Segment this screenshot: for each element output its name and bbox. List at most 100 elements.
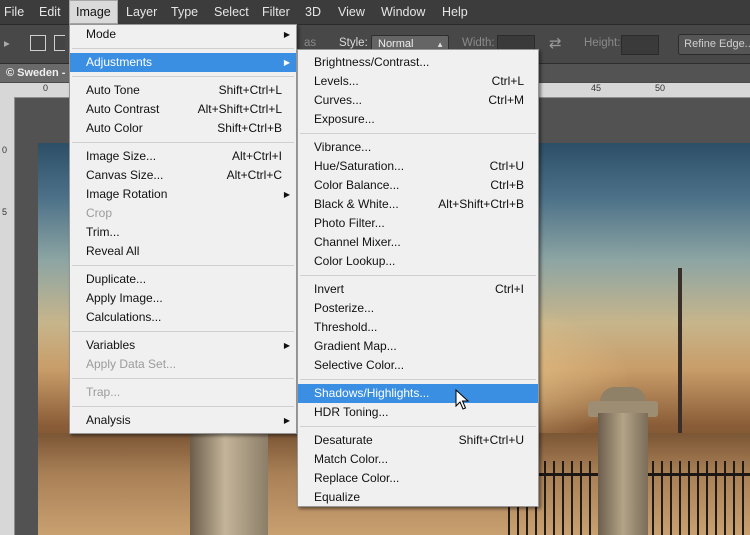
menu-item-shortcut: Ctrl+B	[490, 178, 524, 192]
menu-file[interactable]: File	[4, 0, 24, 24]
ruler-v-label: 5	[2, 207, 8, 217]
adjustments-item-channel-mixer[interactable]: Channel Mixer...	[298, 233, 538, 252]
menu-item-label: HDR Toning...	[314, 405, 389, 419]
image-menu-item-trim[interactable]: Trim...	[70, 223, 296, 242]
mouse-cursor-icon	[455, 389, 470, 410]
menu-item-label: Duplicate...	[86, 272, 147, 286]
menu-separator	[72, 378, 294, 379]
adjustments-item-posterize[interactable]: Posterize...	[298, 299, 538, 318]
menu-item-label: Replace Color...	[314, 471, 400, 485]
menu-separator	[72, 76, 294, 77]
image-menu-item-auto-contrast[interactable]: Auto Contrast Alt+Shift+Ctrl+L	[70, 100, 296, 119]
image-menu-item-variables[interactable]: Variables ▶	[70, 336, 296, 355]
menu-item-label: Invert	[314, 282, 345, 296]
image-menu-item-mode[interactable]: Mode ▶	[70, 25, 296, 44]
image-menu-item-crop: Crop	[70, 204, 296, 223]
image-menu-item-analysis[interactable]: Analysis ▶	[70, 411, 296, 430]
adjustments-item-equalize[interactable]: Equalize	[298, 488, 538, 507]
height-field[interactable]	[621, 35, 659, 55]
image-menu-item-auto-color[interactable]: Auto Color Shift+Ctrl+B	[70, 119, 296, 138]
menu-item-label: Image Rotation	[86, 187, 168, 201]
adjustments-item-shadows-highlights[interactable]: Shadows/Highlights...	[298, 384, 538, 403]
menu-window[interactable]: Window	[381, 0, 425, 24]
image-menu-item-image-rotation[interactable]: Image Rotation ▶	[70, 185, 296, 204]
menu-item-label: Desaturate	[314, 433, 373, 447]
submenu-arrow-icon: ▶	[283, 341, 290, 350]
adjustments-item-brightness-contrast[interactable]: Brightness/Contrast...	[298, 53, 538, 72]
menu-item-label: Selective Color...	[314, 358, 405, 372]
refine-edge-button[interactable]: Refine Edge...	[678, 34, 750, 55]
adjustments-item-black-white[interactable]: Black & White... Alt+Shift+Ctrl+B	[298, 195, 538, 214]
menu-edit[interactable]: Edit	[39, 0, 61, 24]
adjustments-item-vibrance[interactable]: Vibrance...	[298, 138, 538, 157]
adjustments-item-threshold[interactable]: Threshold...	[298, 318, 538, 337]
menu-item-label: Auto Color	[86, 121, 143, 135]
image-menu-item-reveal-all[interactable]: Reveal All	[70, 242, 296, 261]
image-menu-item-canvas-size[interactable]: Canvas Size... Alt+Ctrl+C	[70, 166, 296, 185]
menu-view[interactable]: View	[338, 0, 365, 24]
new-selection-icon[interactable]	[30, 35, 46, 51]
antialias-fragment: as	[304, 37, 317, 49]
swap-arrows-icon[interactable]: ⇄	[549, 34, 562, 52]
adjustments-item-curves[interactable]: Curves... Ctrl+M	[298, 91, 538, 110]
adjustments-item-match-color[interactable]: Match Color...	[298, 450, 538, 469]
image-menu-item-image-size[interactable]: Image Size... Alt+Ctrl+I	[70, 147, 296, 166]
menu-item-label: Brightness/Contrast...	[314, 55, 430, 69]
menu-item-label: Reveal All	[86, 244, 140, 258]
menu-item-shortcut: Shift+Ctrl+L	[218, 83, 282, 97]
menu-item-shortcut: Shift+Ctrl+B	[217, 121, 282, 135]
vertical-ruler: 0 5	[0, 97, 15, 535]
menu-image[interactable]: Image	[69, 0, 118, 24]
menu-item-label: Threshold...	[314, 320, 378, 334]
image-menu-item-adjustments[interactable]: Adjustments ▶	[70, 53, 296, 72]
menu-item-label: Canvas Size...	[86, 168, 164, 182]
image-menu-item-calculations[interactable]: Calculations...	[70, 308, 296, 327]
add-selection-icon[interactable]	[54, 35, 65, 51]
adjustments-item-photo-filter[interactable]: Photo Filter...	[298, 214, 538, 233]
menu-layer[interactable]: Layer	[126, 0, 157, 24]
image-menu-item-trap: Trap...	[70, 383, 296, 402]
menu-item-label: Color Lookup...	[314, 254, 396, 268]
menu-item-shortcut: Ctrl+I	[494, 282, 524, 296]
menu-item-label: Analysis	[86, 413, 131, 427]
menu-item-label: Posterize...	[314, 301, 375, 315]
image-menu-item-duplicate[interactable]: Duplicate...	[70, 270, 296, 289]
document-tab[interactable]: © Sweden -	[0, 64, 75, 82]
submenu-arrow-icon: ▶	[283, 58, 290, 67]
menu-filter[interactable]: Filter	[262, 0, 290, 24]
menu-help[interactable]: Help	[442, 0, 468, 24]
menu-item-label: Image Size...	[86, 149, 157, 163]
menu-item-shortcut: Ctrl+U	[489, 159, 524, 173]
image-menu-item-auto-tone[interactable]: Auto Tone Shift+Ctrl+L	[70, 81, 296, 100]
adjustments-item-color-lookup[interactable]: Color Lookup...	[298, 252, 538, 271]
image-menu-item-apply-image[interactable]: Apply Image...	[70, 289, 296, 308]
menu-item-shortcut: Alt+Shift+Ctrl+L	[197, 102, 282, 116]
tool-preset-arrow-icon[interactable]: ▸	[4, 36, 10, 50]
menu-bar: File Edit Image Layer Type Select Filter…	[0, 0, 750, 25]
adjustments-item-selective-color[interactable]: Selective Color...	[298, 356, 538, 375]
menu-type[interactable]: Type	[171, 0, 198, 24]
adjustments-item-exposure[interactable]: Exposure...	[298, 110, 538, 129]
ruler-h-label: 0	[43, 83, 49, 93]
adjustments-item-hdr-toning[interactable]: HDR Toning...	[298, 403, 538, 422]
adjustments-item-replace-color[interactable]: Replace Color...	[298, 469, 538, 488]
menu-item-label: Channel Mixer...	[314, 235, 401, 249]
adjustments-item-gradient-map[interactable]: Gradient Map...	[298, 337, 538, 356]
menu-item-label: Apply Image...	[86, 291, 163, 305]
menu-3d[interactable]: 3D	[305, 0, 321, 24]
ruler-h-label: 50	[655, 83, 666, 93]
right-stone-pillar	[598, 413, 648, 535]
adjustments-item-levels[interactable]: Levels... Ctrl+L	[298, 72, 538, 91]
menu-select[interactable]: Select	[214, 0, 249, 24]
adjustments-item-color-balance[interactable]: Color Balance... Ctrl+B	[298, 176, 538, 195]
left-stone-pillar	[190, 421, 268, 535]
menu-item-label: Crop	[86, 206, 113, 220]
menu-item-shortcut: Alt+Ctrl+I	[231, 149, 282, 163]
menu-item-label: Levels...	[314, 74, 359, 88]
adjustments-item-invert[interactable]: Invert Ctrl+I	[298, 280, 538, 299]
menu-separator	[300, 379, 536, 380]
submenu-arrow-icon: ▶	[283, 416, 290, 425]
menu-item-label: Curves...	[314, 93, 363, 107]
adjustments-item-hue-saturation[interactable]: Hue/Saturation... Ctrl+U	[298, 157, 538, 176]
adjustments-item-desaturate[interactable]: Desaturate Shift+Ctrl+U	[298, 431, 538, 450]
